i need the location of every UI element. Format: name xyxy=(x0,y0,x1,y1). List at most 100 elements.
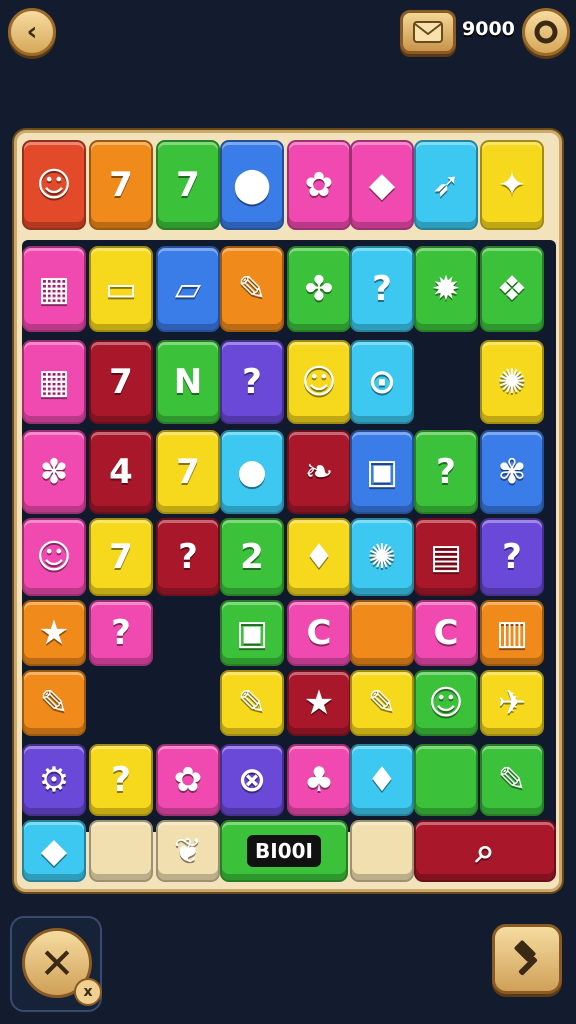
tile[interactable] xyxy=(414,744,478,816)
tile-glyph: ▦ xyxy=(37,269,71,309)
tile-glyph: 4 xyxy=(109,452,133,492)
tile[interactable]: ▦ xyxy=(22,246,86,332)
tile[interactable]: ✤ xyxy=(287,246,351,332)
tile[interactable]: ⌕ xyxy=(414,820,556,882)
tile[interactable]: 2 xyxy=(220,518,284,596)
tile[interactable]: 7 xyxy=(156,430,220,514)
tile[interactable]: ⊙ xyxy=(350,340,414,424)
tile-glyph: ☺ xyxy=(36,165,72,205)
tile[interactable]: 4 xyxy=(89,430,153,514)
tile-glyph: ✽ xyxy=(39,452,69,492)
tile[interactable]: ▭ xyxy=(89,246,153,332)
tile-glyph: ♣ xyxy=(303,760,335,800)
tile[interactable]: ● xyxy=(220,430,284,514)
tile-glyph: ✎ xyxy=(237,269,267,309)
tile-glyph: ? xyxy=(111,760,131,800)
tile-glyph: ✺ xyxy=(497,362,527,402)
tile-glyph: ✦ xyxy=(497,165,527,205)
tile[interactable]: ? xyxy=(414,430,478,514)
tile[interactable]: ✺ xyxy=(480,340,544,424)
tile[interactable]: ? xyxy=(350,246,414,332)
tile[interactable]: ✦ xyxy=(480,140,544,230)
tile[interactable]: ⬤ xyxy=(220,140,284,230)
tile-glyph: ✤ xyxy=(304,269,334,309)
tile[interactable]: ❖ xyxy=(480,246,544,332)
tile[interactable]: 7 xyxy=(89,140,153,230)
tile[interactable] xyxy=(350,600,414,666)
tile[interactable]: ✎ xyxy=(350,670,414,736)
shuffle-button[interactable]: ✕ x xyxy=(10,916,102,1012)
tile[interactable]: ★ xyxy=(22,600,86,666)
tile[interactable]: ⊗ xyxy=(220,744,284,816)
tile-glyph: ❦ xyxy=(173,831,203,871)
tile[interactable]: ? xyxy=(89,600,153,666)
tile-glyph: ⊙ xyxy=(367,362,397,402)
tile[interactable]: 7 xyxy=(89,340,153,424)
tile-glyph: ? xyxy=(178,537,198,577)
tile[interactable]: ★ xyxy=(287,670,351,736)
tile-glyph: ▭ xyxy=(104,269,138,309)
tile[interactable]: ✎ xyxy=(220,670,284,736)
tile[interactable]: C xyxy=(287,600,351,666)
tile[interactable]: ❧ xyxy=(287,430,351,514)
tile-glyph: ☺ xyxy=(36,537,72,577)
tile[interactable]: ⚙ xyxy=(22,744,86,816)
mail-button[interactable] xyxy=(400,10,456,54)
tile-glyph: ◆ xyxy=(40,831,68,871)
tile[interactable]: ❦ xyxy=(156,820,220,882)
tile[interactable]: ▱ xyxy=(156,246,220,332)
tile[interactable]: ☺ xyxy=(22,518,86,596)
tile[interactable]: 7 xyxy=(89,518,153,596)
tile[interactable]: ✺ xyxy=(350,518,414,596)
tile[interactable]: ✾ xyxy=(480,430,544,514)
tile-glyph: ⬤ xyxy=(232,165,272,205)
tile[interactable]: ✹ xyxy=(414,246,478,332)
hammer-icon xyxy=(514,940,538,976)
tile[interactable]: ▤ xyxy=(414,518,478,596)
tile-glyph: ✹ xyxy=(431,269,461,309)
tile-glyph: ✈ xyxy=(497,683,527,723)
tile-glyph: 7 xyxy=(176,452,200,492)
tile[interactable]: ☺ xyxy=(287,340,351,424)
tile[interactable]: ♣ xyxy=(287,744,351,816)
tile[interactable]: ◆ xyxy=(350,140,414,230)
tile[interactable]: ✎ xyxy=(22,670,86,736)
hammer-button[interactable] xyxy=(492,924,562,994)
tile[interactable]: ? xyxy=(89,744,153,816)
back-button[interactable]: ‹ xyxy=(8,8,56,56)
tile-glyph: ▥ xyxy=(495,613,529,653)
tile-glyph: ☺ xyxy=(428,683,464,723)
tile-glyph: 7 xyxy=(109,165,133,205)
tile[interactable]: 7 xyxy=(156,140,220,230)
tile[interactable]: ✎ xyxy=(220,246,284,332)
tile-glyph: ▤ xyxy=(429,537,463,577)
tile[interactable]: BI00I xyxy=(220,820,348,882)
tile[interactable]: ☺ xyxy=(22,140,86,230)
tile[interactable] xyxy=(89,820,153,882)
tile[interactable]: ? xyxy=(480,518,544,596)
tile[interactable]: ➶ xyxy=(414,140,478,230)
tile[interactable]: C xyxy=(414,600,478,666)
tile-glyph: N xyxy=(173,362,203,402)
tile[interactable]: ✿ xyxy=(156,744,220,816)
tile[interactable]: ▣ xyxy=(350,430,414,514)
tile[interactable]: ? xyxy=(220,340,284,424)
tile[interactable]: ✎ xyxy=(480,744,544,816)
tile[interactable]: ♦ xyxy=(350,744,414,816)
settings-button[interactable] xyxy=(522,8,570,56)
tile[interactable]: N xyxy=(156,340,220,424)
tile[interactable]: ✿ xyxy=(287,140,351,230)
tile[interactable]: ✽ xyxy=(22,430,86,514)
tile-glyph: ◆ xyxy=(368,165,396,205)
tile[interactable]: ▥ xyxy=(480,600,544,666)
tile[interactable] xyxy=(350,820,414,882)
tile[interactable]: ▣ xyxy=(220,600,284,666)
tile[interactable]: ◆ xyxy=(22,820,86,882)
tile[interactable]: ☺ xyxy=(414,670,478,736)
tile[interactable]: ✈ xyxy=(480,670,544,736)
tile-glyph: ⌕ xyxy=(475,831,495,871)
tile[interactable]: ? xyxy=(156,518,220,596)
tile-glyph: ▣ xyxy=(235,613,269,653)
tile[interactable]: ♦ xyxy=(287,518,351,596)
tile[interactable]: ▦ xyxy=(22,340,86,424)
